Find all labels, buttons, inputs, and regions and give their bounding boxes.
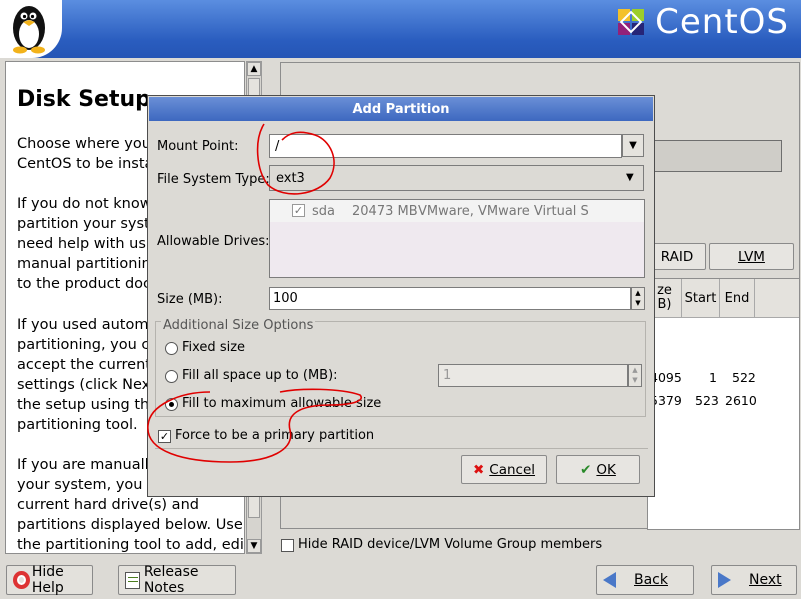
drive-graph[interactable] bbox=[641, 140, 782, 172]
column-header-label: End bbox=[724, 290, 750, 306]
back-button[interactable]: Back bbox=[596, 565, 694, 595]
drive-checkbox[interactable]: ✓ bbox=[292, 204, 305, 217]
drive-name: sda bbox=[312, 204, 335, 219]
page-title: Disk Setup bbox=[17, 87, 151, 112]
ok-label: OK bbox=[596, 461, 616, 478]
cancel-label: Cancel bbox=[489, 461, 536, 478]
mount-point-value: / bbox=[275, 139, 280, 154]
cell-start: 1 bbox=[709, 370, 717, 385]
size-options-label: Additional Size Options bbox=[161, 318, 316, 333]
dialog-title: Add Partition bbox=[149, 97, 653, 121]
next-arrow-icon bbox=[718, 572, 731, 588]
column-header-extra bbox=[755, 279, 799, 318]
fs-type-value: ext3 bbox=[276, 171, 305, 186]
next-label: Next bbox=[749, 572, 782, 588]
force-primary-label: Force to be a primary partition bbox=[175, 428, 375, 443]
notes-icon bbox=[125, 571, 140, 589]
fill-upto-value: 1 bbox=[443, 368, 452, 383]
fill-max-label: Fill to maximum allowable size bbox=[182, 396, 382, 411]
back-arrow-icon bbox=[603, 572, 616, 588]
mount-point-label: Mount Point: bbox=[157, 139, 239, 154]
size-value: 100 bbox=[273, 291, 298, 306]
lifebuoy-icon bbox=[13, 571, 30, 589]
raid-button[interactable]: RAID bbox=[648, 243, 706, 270]
fill-upto-label: Fill all space up to (MB): bbox=[182, 368, 338, 383]
mount-point-input[interactable]: / bbox=[269, 134, 622, 158]
help-line: partitions displayed below. Use bbox=[17, 517, 243, 533]
fill-max-radio[interactable] bbox=[165, 398, 178, 411]
cell-end: 2610 bbox=[725, 393, 757, 408]
allowable-drives-label: Allowable Drives: bbox=[157, 234, 270, 249]
raid-label: RAID bbox=[660, 248, 694, 265]
lvm-label: LVM bbox=[738, 248, 765, 265]
checkmark-icon: ✔ bbox=[580, 461, 592, 478]
cell-end: 522 bbox=[732, 370, 756, 385]
fixed-size-radio[interactable] bbox=[165, 342, 178, 355]
centos-brand: CentOS bbox=[613, 2, 789, 42]
release-notes-label: Release Notes bbox=[143, 564, 199, 596]
hide-raid-checkbox[interactable] bbox=[281, 539, 294, 552]
chevron-down-icon: ▼ bbox=[629, 140, 637, 151]
add-partition-dialog: Add Partition Mount Point: / ▼ File Syst… bbox=[147, 95, 655, 497]
help-line: current hard drive(s) and bbox=[17, 497, 199, 513]
tux-icon bbox=[13, 6, 45, 54]
ok-button[interactable]: ✔ OK bbox=[556, 455, 640, 484]
allowable-drives-list[interactable]: ✓ sda 20473 MB VMware, VMware Virtual S bbox=[269, 199, 645, 278]
back-label: Back bbox=[634, 572, 668, 588]
help-line: the partitioning tool to add, edit, bbox=[17, 537, 245, 553]
size-input[interactable]: 100 bbox=[269, 287, 631, 310]
cancel-button[interactable]: ✖ Cancel bbox=[461, 455, 547, 484]
drive-row[interactable]: ✓ sda 20473 MB VMware, VMware Virtual S bbox=[270, 200, 644, 222]
scroll-up-arrow-icon[interactable]: ▲ bbox=[247, 62, 261, 76]
centos-logo-icon bbox=[618, 9, 645, 35]
brand-name: CentOS bbox=[655, 2, 789, 42]
drive-model: VMware, VMware Virtual S bbox=[418, 204, 589, 219]
cell-start: 523 bbox=[695, 393, 719, 408]
mount-point-dropdown[interactable]: ▼ bbox=[622, 134, 644, 157]
hide-raid-label: Hide RAID device/LVM Volume Group member… bbox=[298, 537, 603, 552]
hide-help-label: Hide Help bbox=[31, 564, 64, 596]
force-primary-checkbox[interactable]: ✓ bbox=[158, 430, 171, 443]
chevron-down-icon: ▼ bbox=[626, 172, 634, 183]
lvm-button[interactable]: LVM bbox=[709, 243, 794, 270]
scroll-down-arrow-icon[interactable]: ▼ bbox=[247, 539, 261, 553]
fill-upto-spinner[interactable]: ▲ ▼ bbox=[628, 364, 642, 387]
size-label: Size (MB): bbox=[157, 292, 223, 307]
size-spinner[interactable]: ▲ ▼ bbox=[631, 287, 645, 310]
column-header-label: Start bbox=[684, 290, 717, 306]
cancel-x-icon: ✖ bbox=[472, 461, 485, 478]
hide-help-button[interactable]: Hide Help bbox=[6, 564, 93, 596]
release-notes-button[interactable]: Release Notes bbox=[118, 564, 236, 596]
column-header-end[interactable]: End bbox=[720, 279, 755, 318]
drive-size: 20473 MB bbox=[352, 204, 418, 219]
fixed-size-label: Fixed size bbox=[182, 340, 246, 355]
drive-list-empty bbox=[270, 222, 644, 277]
dialog-separator bbox=[155, 448, 648, 449]
tux-logo bbox=[0, 0, 62, 58]
fs-type-select[interactable]: ext3 bbox=[269, 165, 644, 191]
next-button[interactable]: Next bbox=[711, 565, 797, 595]
column-header-start[interactable]: Start bbox=[682, 279, 720, 318]
fill-upto-input[interactable]: 1 bbox=[438, 364, 628, 387]
fill-upto-radio[interactable] bbox=[165, 370, 178, 383]
fs-type-label: File System Type: bbox=[157, 172, 270, 187]
